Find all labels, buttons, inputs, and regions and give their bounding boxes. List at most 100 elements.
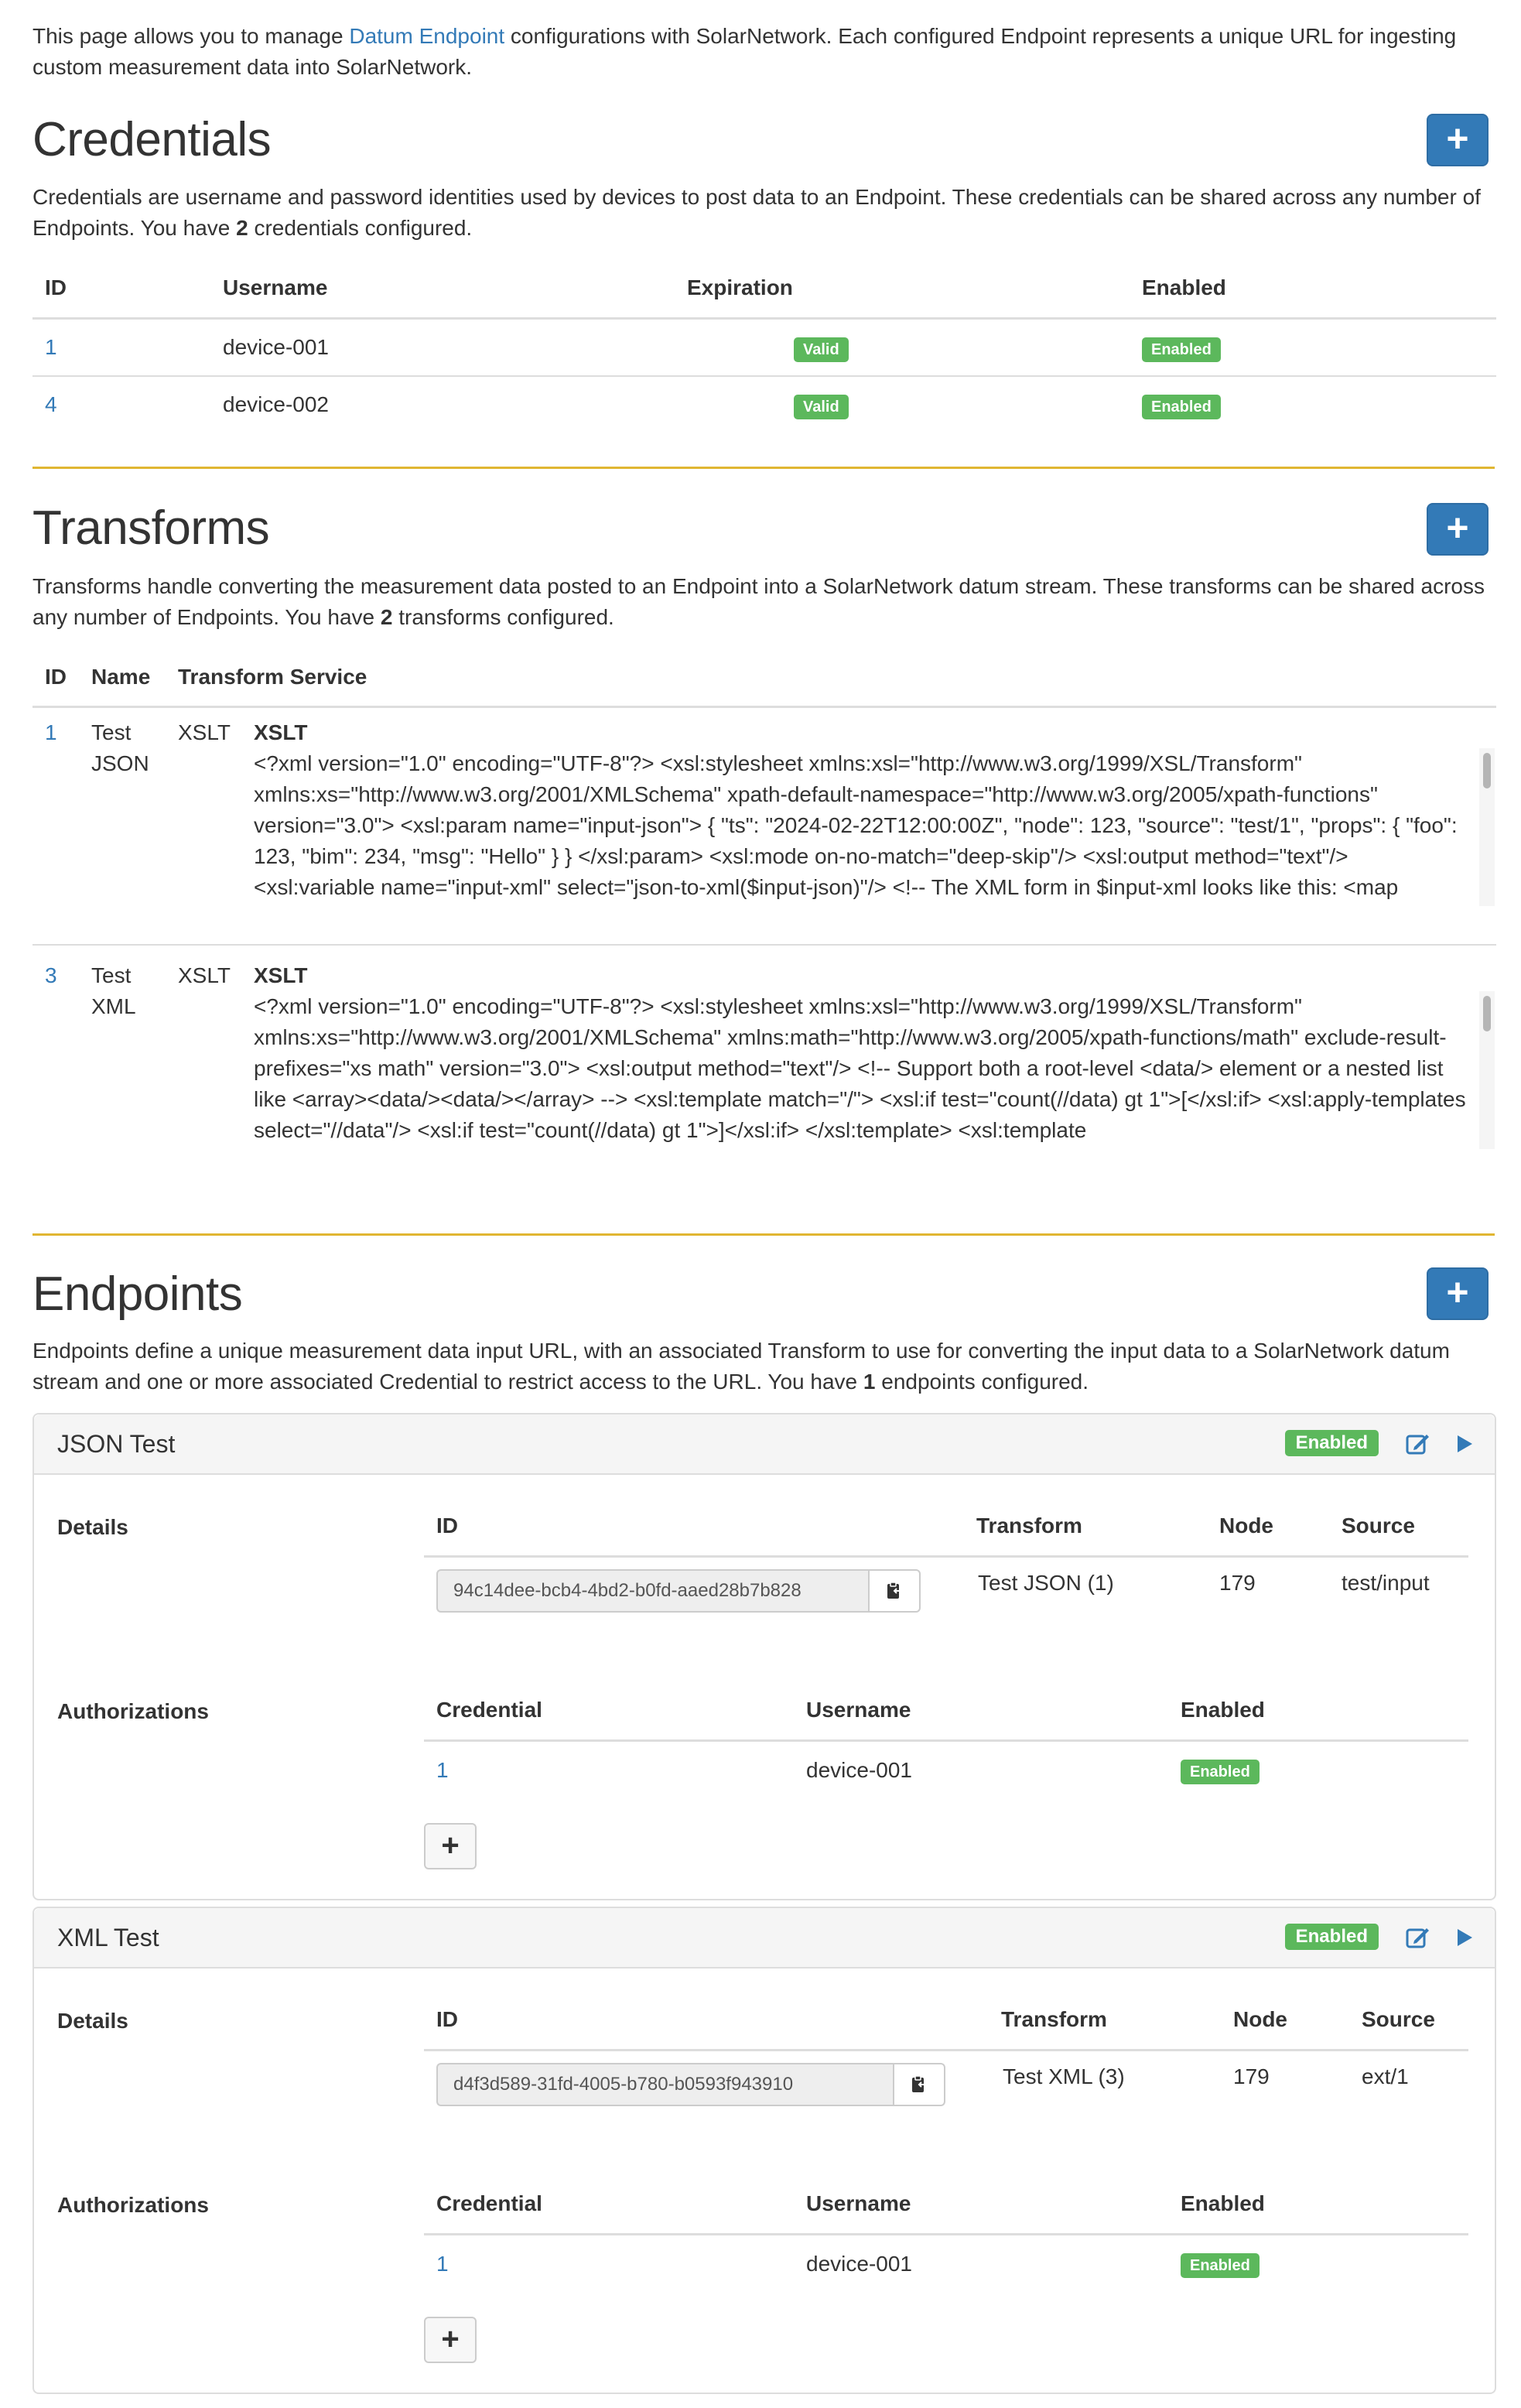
endpoint-id-field[interactable] — [436, 1569, 868, 1613]
expiration-badge: Valid — [794, 395, 849, 419]
col-credential: Credential — [436, 1698, 542, 1722]
play-icon[interactable] — [1450, 1924, 1478, 1951]
add-transform-button[interactable]: + — [1427, 503, 1489, 556]
col-username: Username — [806, 1698, 911, 1722]
credential-username: device-002 — [223, 375, 687, 433]
col-transform: Transform — [976, 1514, 1082, 1537]
transform-id-link[interactable]: 1 — [45, 717, 57, 748]
endpoints-title: Endpoints — [32, 1267, 243, 1321]
col-transform: Transform — [1001, 2007, 1107, 2031]
xslt-preview[interactable]: <?xml version="1.0" encoding="UTF-8"?> <… — [254, 991, 1495, 1149]
col-source: Source — [1362, 2007, 1435, 2031]
edit-icon[interactable] — [1403, 1924, 1431, 1951]
transform-id-link[interactable]: 3 — [45, 960, 57, 991]
intro-text: This page allows you to manage Datum End… — [32, 24, 1457, 79]
transforms-count: 2 — [380, 605, 393, 629]
auth-enabled-badge: Enabled — [1181, 2253, 1260, 2278]
credentials-title: Credentials — [32, 113, 272, 166]
col-name: Name — [91, 665, 151, 689]
details-header: ID Transform Node Source — [424, 1990, 1468, 2051]
endpoint-node: 179 — [1233, 2064, 1270, 2088]
transforms-title: Transforms — [32, 501, 270, 555]
endpoint-id-group — [436, 2063, 945, 2106]
edit-icon[interactable] — [1403, 1430, 1431, 1458]
credentials-table: ID Username Expiration Enabled 1 device-… — [32, 258, 1496, 433]
clipboard-icon — [912, 2075, 926, 2092]
authorizations-label: Authorizations — [57, 1699, 209, 1723]
table-row: 3 Test XML XSLT XSLT <?xml version="1.0"… — [32, 951, 1496, 1187]
clipboard-icon — [887, 1582, 901, 1599]
auth-credential-link[interactable]: 1 — [436, 2249, 449, 2280]
table-row: 1 device-001 Valid Enabled — [32, 319, 1496, 376]
endpoint-node: 179 — [1219, 1571, 1256, 1595]
endpoint-panel-header: JSON Test Enabled — [34, 1414, 1495, 1475]
endpoint-transform: Test JSON (1) — [978, 1571, 1114, 1595]
credentials-description: Credentials are username and password id… — [32, 185, 1481, 240]
endpoint-source: test/input — [1342, 1571, 1430, 1595]
endpoint-status-badge: Enabled — [1284, 1924, 1379, 1950]
endpoint-name: JSON Test — [57, 1430, 176, 1458]
enabled-badge: Enabled — [1142, 395, 1221, 419]
section-divider — [32, 1233, 1495, 1236]
col-username: Username — [223, 258, 687, 320]
transform-name: Test JSON — [91, 720, 149, 775]
section-divider — [32, 467, 1495, 469]
auth-enabled-badge: Enabled — [1181, 1760, 1260, 1784]
add-authorization-button[interactable]: + — [424, 2317, 477, 2363]
auth-header: Credential Username Enabled — [424, 2174, 1468, 2235]
col-enabled: Enabled — [1181, 2191, 1265, 2215]
details-label: Details — [57, 1515, 128, 1539]
col-credential: Credential — [436, 2191, 542, 2215]
transform-service: XSLT — [178, 963, 231, 987]
scrollbar-thumb[interactable] — [1483, 996, 1491, 1031]
credential-username: device-001 — [223, 334, 329, 359]
endpoints-count: 1 — [863, 1370, 876, 1394]
endpoint-panel: JSON Test Enabled Details ID Transform N… — [32, 1413, 1496, 1900]
col-id: ID — [436, 2007, 458, 2031]
service-heading: XSLT — [254, 720, 308, 744]
scrollbar[interactable] — [1479, 991, 1495, 1149]
details-header: ID Transform Node Source — [424, 1496, 1468, 1558]
endpoint-panel: XML Test Enabled Details ID Transform No… — [32, 1907, 1496, 2394]
copy-button[interactable] — [893, 2063, 945, 2106]
add-authorization-button[interactable]: + — [424, 1823, 477, 1869]
expiration-badge: Valid — [794, 337, 849, 362]
transform-name: Test XML — [91, 963, 136, 1018]
endpoint-transform: Test XML (3) — [1003, 2064, 1125, 2088]
endpoint-source: ext/1 — [1362, 2064, 1409, 2088]
enabled-badge: Enabled — [1142, 337, 1221, 362]
xslt-code: <?xml version="1.0" encoding="UTF-8"?> <… — [254, 751, 1458, 899]
table-row: 4 device-002 Valid Enabled — [32, 375, 1496, 433]
endpoint-name: XML Test — [57, 1924, 159, 1951]
endpoints-description: Endpoints define a unique measurement da… — [32, 1339, 1450, 1394]
auth-credential-link[interactable]: 1 — [436, 1755, 449, 1786]
scrollbar-thumb[interactable] — [1483, 753, 1491, 788]
play-icon[interactable] — [1450, 1430, 1478, 1458]
col-transform-service: Transform Service — [178, 665, 367, 689]
endpoint-id-field[interactable] — [436, 2063, 893, 2106]
col-node: Node — [1233, 2007, 1287, 2031]
copy-button[interactable] — [868, 1569, 921, 1613]
datum-endpoint-link[interactable]: Datum Endpoint — [349, 24, 504, 48]
col-enabled: Enabled — [1142, 258, 1496, 320]
col-node: Node — [1219, 1514, 1273, 1537]
col-id: ID — [45, 665, 67, 689]
credential-id-link[interactable]: 1 — [45, 335, 57, 359]
xslt-preview[interactable]: <?xml version="1.0" encoding="UTF-8"?> <… — [254, 748, 1495, 906]
auth-username: device-001 — [806, 1758, 912, 1782]
service-heading: XSLT — [254, 963, 308, 987]
auth-header: Credential Username Enabled — [424, 1681, 1468, 1742]
endpoint-status-badge: Enabled — [1284, 1430, 1379, 1456]
col-id: ID — [436, 1514, 458, 1537]
credential-id-link[interactable]: 4 — [45, 392, 57, 416]
add-endpoint-button[interactable]: + — [1427, 1267, 1489, 1320]
col-expiration: Expiration — [687, 258, 1142, 320]
scrollbar[interactable] — [1479, 748, 1495, 906]
col-id: ID — [32, 258, 223, 320]
auth-username: device-001 — [806, 2252, 912, 2276]
authorizations-label: Authorizations — [57, 2193, 209, 2217]
col-source: Source — [1342, 1514, 1415, 1537]
transforms-header: ID Name Transform Service — [32, 648, 1496, 708]
add-credential-button[interactable]: + — [1427, 114, 1489, 166]
endpoint-panel-header: XML Test Enabled — [34, 1908, 1495, 1968]
